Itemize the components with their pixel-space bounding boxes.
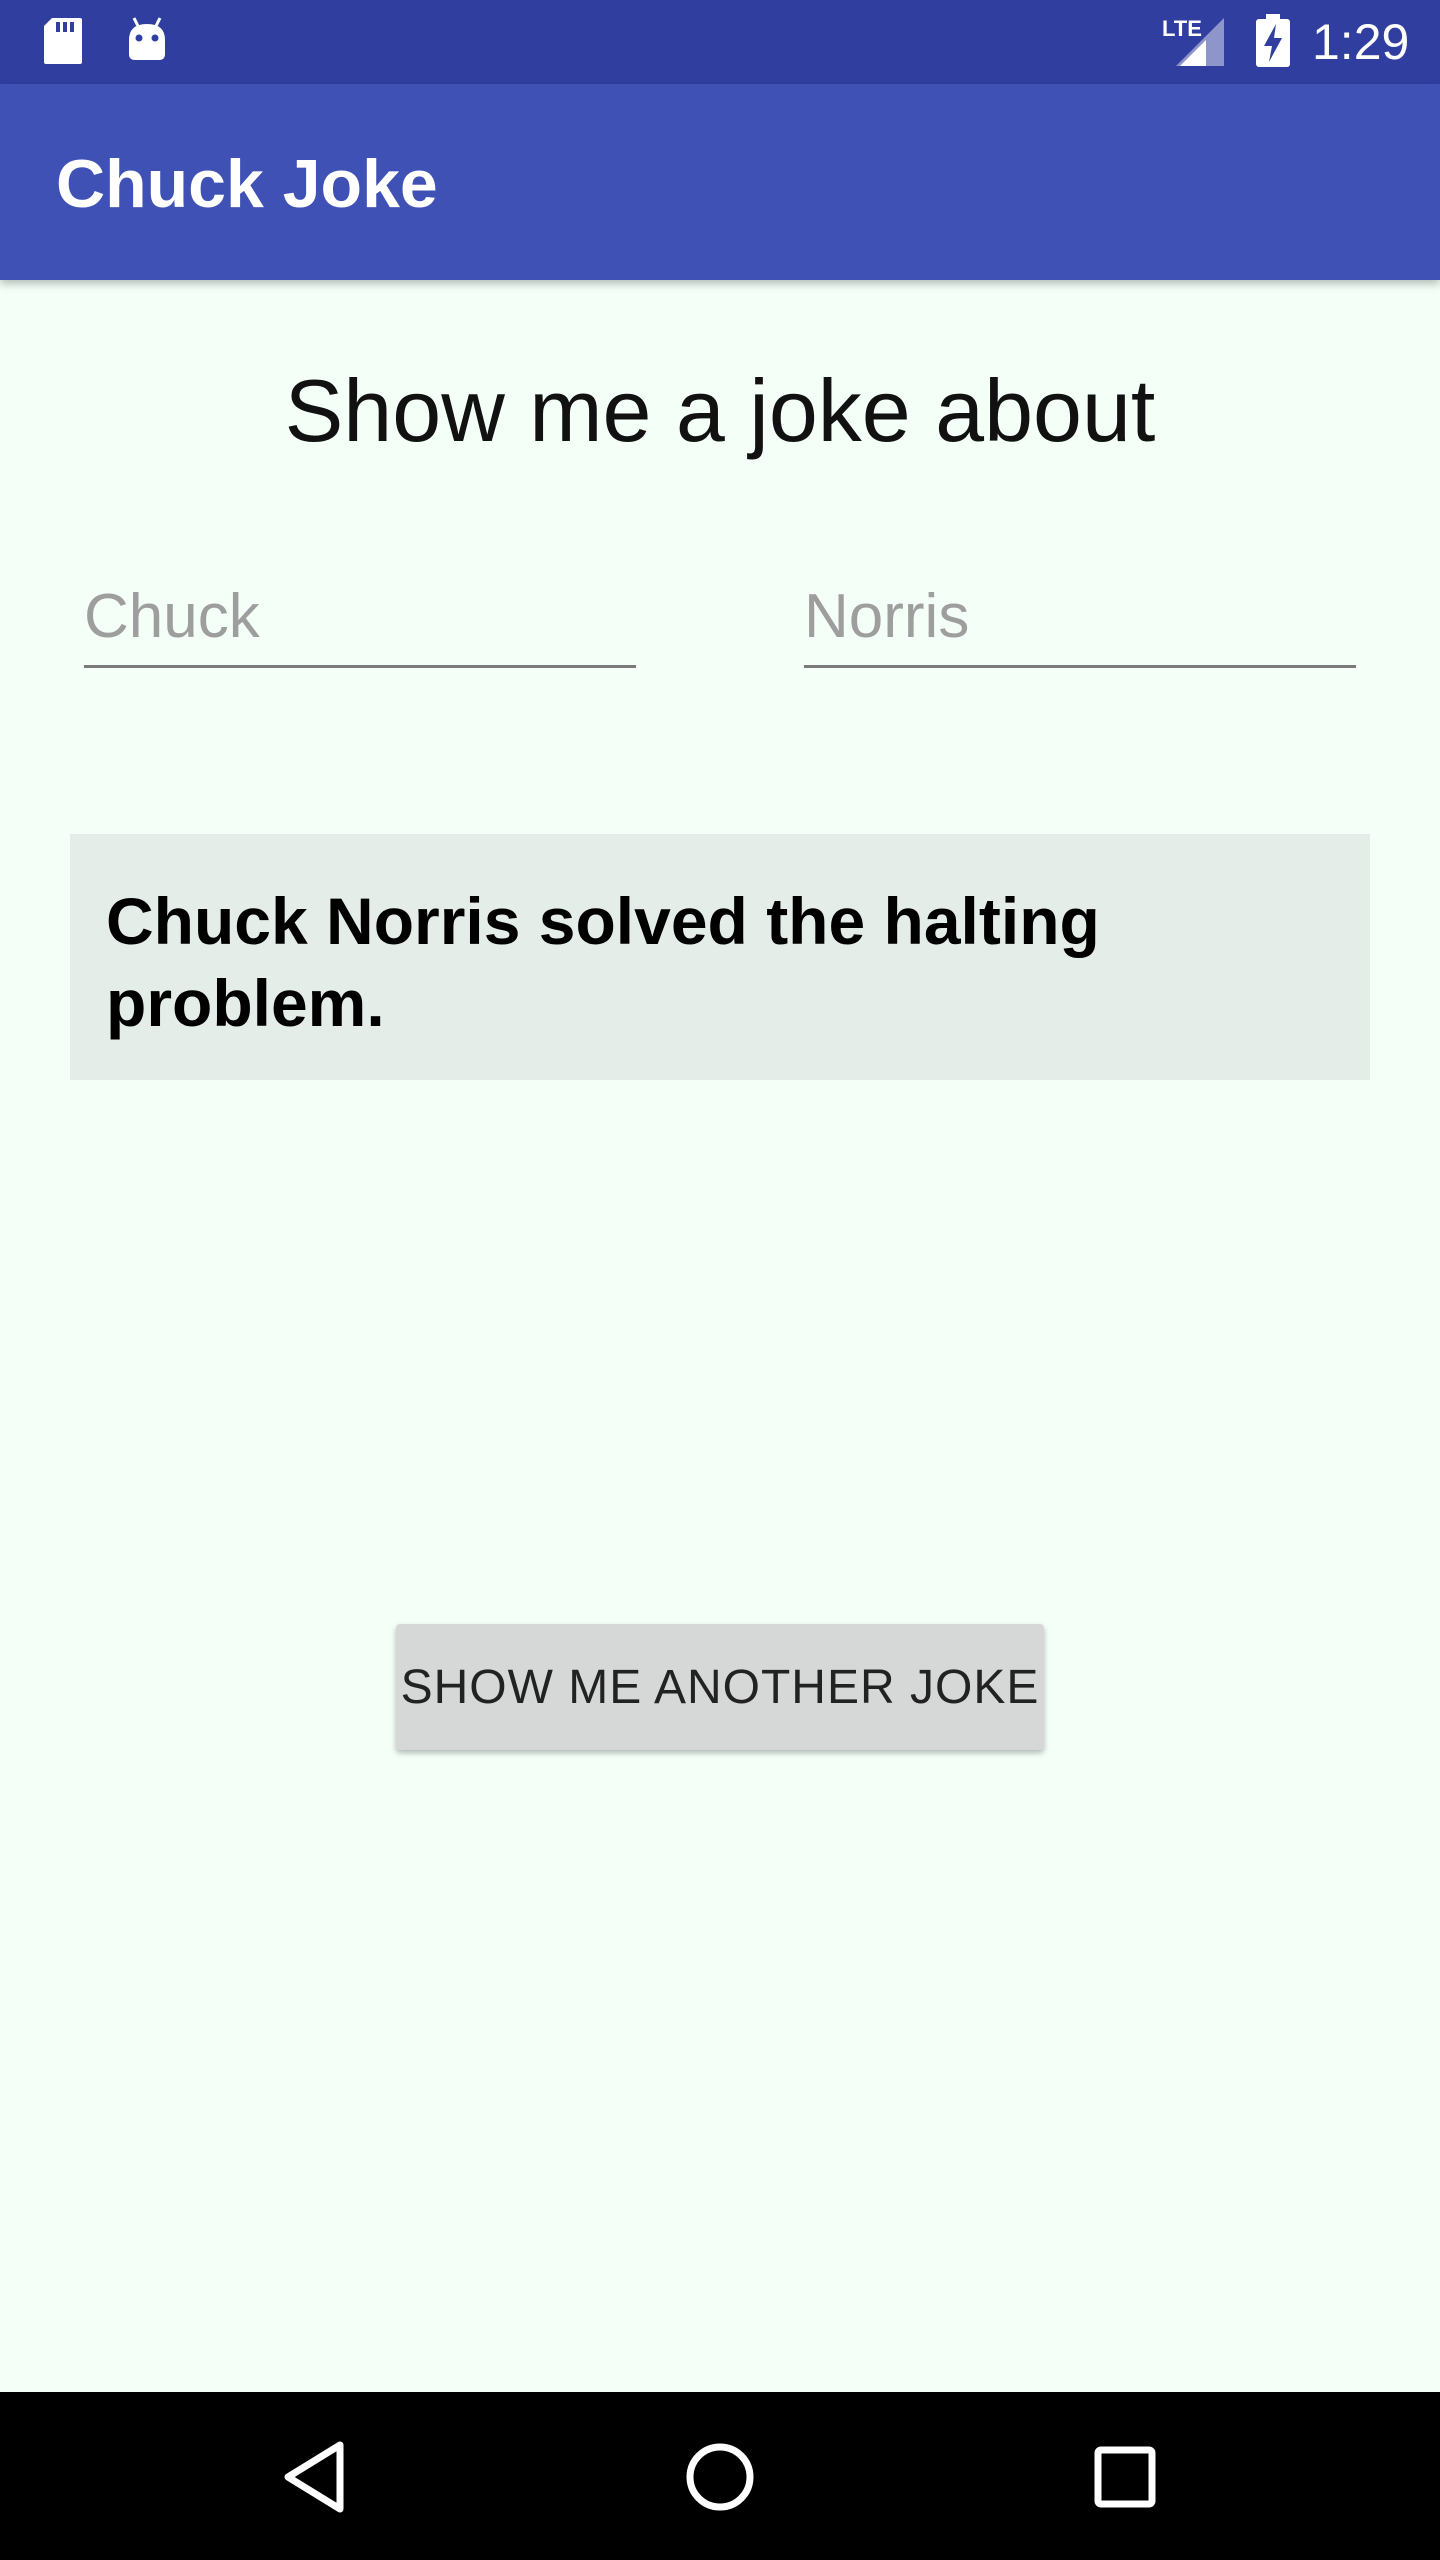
nav-back-button[interactable]: [270, 2432, 360, 2522]
battery-charging-icon: [1256, 14, 1290, 67]
android-debug-icon: [129, 17, 165, 60]
last-name-input[interactable]: [804, 568, 1356, 668]
lte-signal-icon: LTE: [1162, 16, 1224, 66]
joke-text: Chuck Norris solved the halting problem.: [106, 884, 1100, 1040]
recents-icon: [1094, 2446, 1156, 2508]
nav-home-button[interactable]: [675, 2432, 765, 2522]
navigation-bar: [0, 2392, 1440, 2560]
joke-card: Chuck Norris solved the halting problem.: [70, 834, 1370, 1080]
svg-text:LTE: LTE: [1162, 16, 1202, 41]
app-bar: Chuck Joke: [0, 84, 1440, 280]
first-name-input[interactable]: [84, 568, 636, 668]
back-icon: [284, 2441, 344, 2513]
app-title: Chuck Joke: [56, 146, 438, 222]
status-bar: LTE 1:29: [0, 0, 1440, 84]
show-another-joke-button[interactable]: SHOW ME ANOTHER JOKE: [396, 1624, 1044, 1750]
home-icon: [686, 2443, 754, 2511]
prompt-heading: Show me a joke about: [284, 361, 1156, 460]
screen: LTE 1:29 Chuck Joke Show me a joke about…: [0, 0, 1440, 2560]
nav-recents-button[interactable]: [1080, 2432, 1170, 2522]
status-time: 1:29: [1312, 14, 1410, 70]
sd-card-icon: [44, 18, 82, 64]
